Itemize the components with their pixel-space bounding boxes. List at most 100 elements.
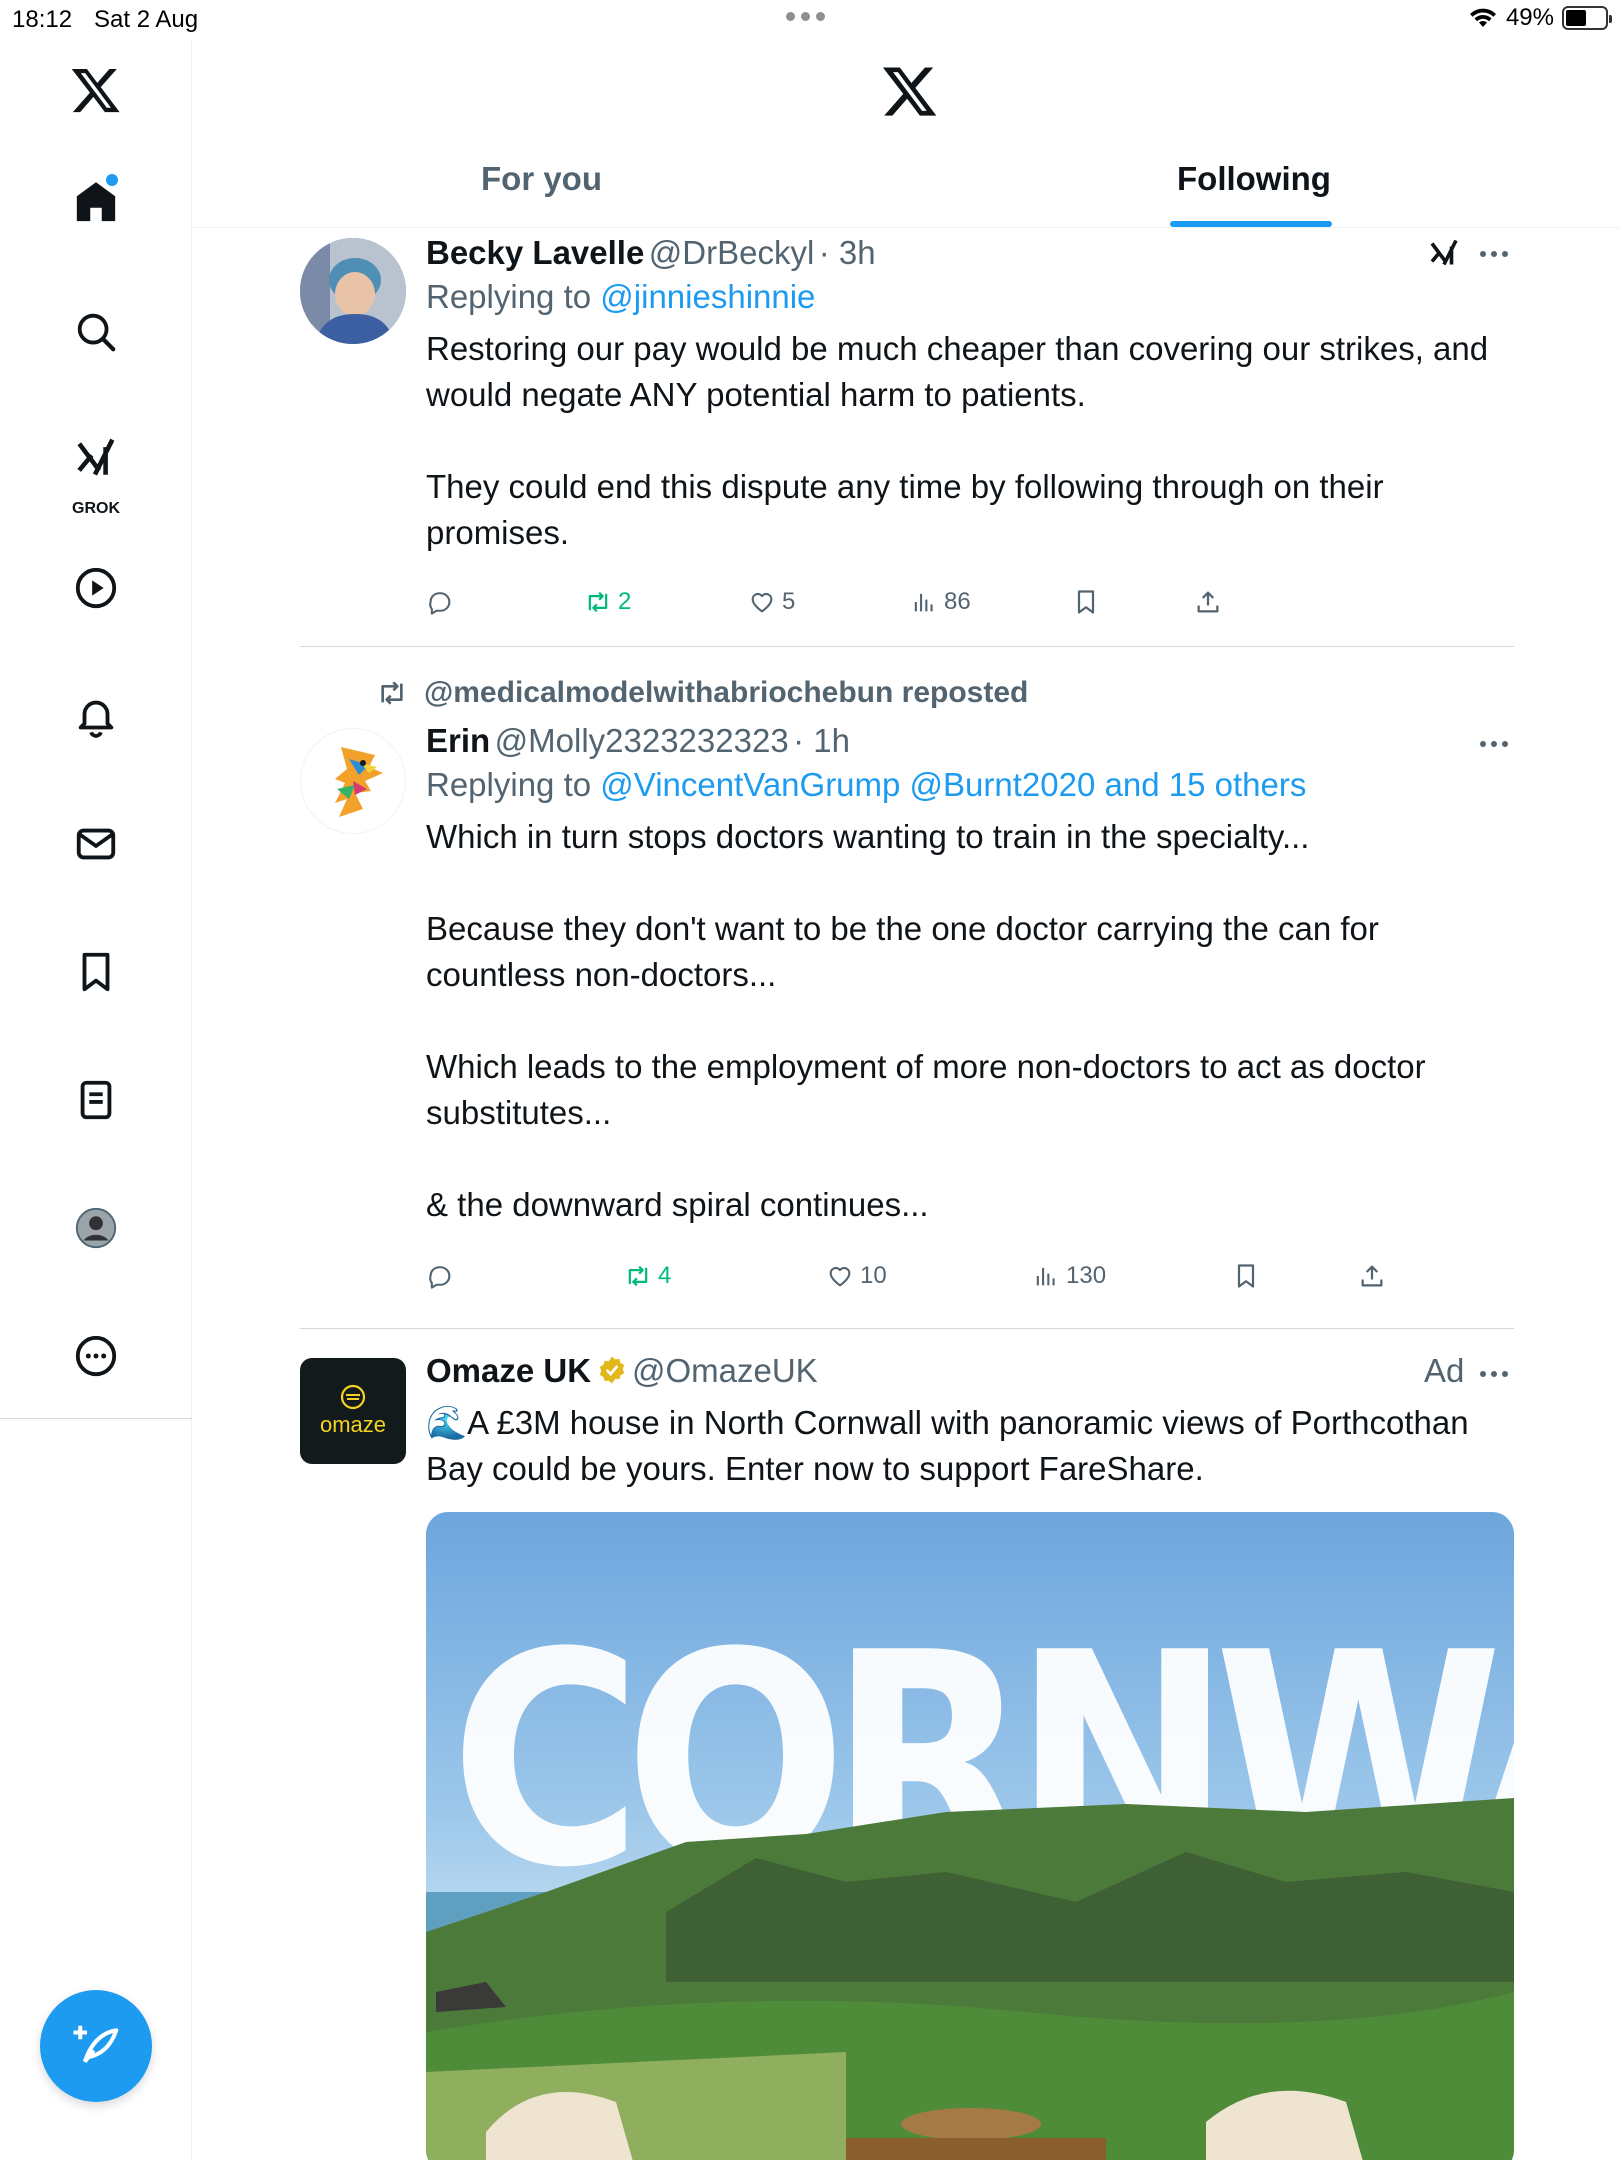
views-icon: [1036, 1267, 1055, 1286]
post-divider: [300, 646, 1514, 647]
multitasking-dots[interactable]: [786, 12, 825, 21]
sidebar-item-more[interactable]: [56, 1316, 136, 1396]
view-count: 86: [944, 588, 971, 615]
sidebar-item-home[interactable]: [56, 162, 136, 242]
like-count: 5: [782, 588, 796, 615]
active-tab-indicator: [1170, 221, 1332, 227]
profile-icon: [75, 1207, 117, 1249]
notification-dot: [106, 174, 118, 186]
tab-for-you[interactable]: For you: [481, 160, 602, 198]
more-icon: [75, 1335, 117, 1377]
share-icon: [1361, 1265, 1383, 1287]
wifi-icon: [1469, 8, 1496, 27]
sidebar-item-lists[interactable]: [56, 1060, 136, 1140]
grok-icon: [77, 438, 115, 476]
more-options-icon[interactable]: [1480, 741, 1508, 747]
repost-icon: [628, 1265, 648, 1287]
timeline-header: For you Following: [193, 40, 1620, 228]
search-icon: [77, 313, 116, 352]
reply-button[interactable]: [426, 588, 454, 616]
omaze-logo-text: omaze: [319, 1412, 387, 1437]
mail-icon: [76, 828, 116, 860]
more-options-icon[interactable]: [1480, 1371, 1508, 1377]
sidebar-item-bookmarks[interactable]: [56, 932, 136, 1012]
reply-prefix: Replying to: [426, 766, 592, 803]
reposted-by-line[interactable]: @medicalmodelwithabriochebun reposted: [376, 676, 1028, 710]
sidebar-item-notifications[interactable]: [56, 676, 136, 756]
status-date: Sat 2 Aug: [94, 6, 199, 33]
view-count: 130: [1066, 1262, 1107, 1289]
avatar-erin[interactable]: [300, 728, 406, 834]
reposted-by-text[interactable]: @medicalmodelwithabriochebun reposted: [424, 676, 1028, 710]
heart-icon: [829, 1266, 851, 1287]
avatar-omaze[interactable]: omaze: [300, 1358, 406, 1464]
repost-button[interactable]: 2: [584, 588, 631, 616]
cornwall-landscape-image: [426, 1798, 1514, 2160]
tab-following[interactable]: Following: [1177, 160, 1331, 198]
reply-icon: [429, 592, 451, 615]
sidebar-item-explore[interactable]: [56, 292, 136, 372]
reply-mention[interactable]: @jinnieshinnie: [600, 278, 815, 315]
post-text: 🌊A £3M house in North Cornwall with pano…: [426, 1404, 1469, 1487]
post-author-handle[interactable]: @OmazeUK: [632, 1352, 818, 1389]
avatar-eagle-image: [335, 747, 383, 817]
battery-icon: [1562, 6, 1612, 30]
bookmark-button[interactable]: [1072, 588, 1100, 616]
bookmark-button[interactable]: [1232, 1262, 1260, 1290]
more-options-icon[interactable]: [1480, 251, 1508, 257]
like-button[interactable]: 5: [748, 588, 795, 616]
post-becky[interactable]: Becky Lavelle @DrBeckyl · 3h Replying to…: [426, 234, 1514, 556]
play-icon: [75, 567, 117, 609]
views-button[interactable]: 86: [910, 588, 971, 616]
post-omaze-ad[interactable]: Omaze UK @OmazeUK 🌊A £3M house in North …: [426, 1352, 1514, 1492]
grok-icon[interactable]: [1426, 236, 1462, 272]
repost-button[interactable]: 4: [624, 1262, 671, 1290]
sidebar-divider: [0, 1418, 192, 1419]
views-button[interactable]: 130: [1032, 1262, 1106, 1290]
ad-label: Ad: [1424, 1352, 1465, 1389]
share-button[interactable]: [1358, 1262, 1386, 1290]
grok-label: GROK: [72, 500, 120, 517]
repost-icon: [381, 681, 403, 705]
avatar-becky[interactable]: [300, 238, 406, 344]
like-button[interactable]: 10: [826, 1262, 887, 1290]
post-text: Restoring our pay would be much cheaper …: [426, 330, 1489, 551]
sidebar-item-video[interactable]: [56, 548, 136, 628]
heart-icon: [751, 592, 773, 613]
reply-mention[interactable]: @VincentVanGrump @Burnt2020 and 15 other…: [600, 766, 1306, 803]
like-count: 10: [860, 1262, 887, 1289]
reply-prefix: Replying to: [426, 278, 592, 315]
repost-icon: [588, 591, 608, 613]
post-author-handle[interactable]: @Molly2323232323: [495, 722, 789, 759]
ad-image[interactable]: CORNWALL: [426, 1512, 1514, 2160]
bell-icon: [78, 700, 114, 738]
compose-icon: [73, 2025, 119, 2064]
post-author-handle[interactable]: @DrBeckyl: [649, 234, 815, 271]
post-time[interactable]: · 3h: [819, 234, 876, 271]
views-icon: [914, 593, 933, 612]
reply-icon: [429, 1266, 451, 1289]
sidebar-item-grok[interactable]: GROK: [56, 420, 136, 520]
post-author-name[interactable]: Becky Lavelle: [426, 234, 644, 271]
sidebar: GROK: [0, 40, 192, 2160]
share-icon: [1197, 591, 1219, 613]
x-logo-icon[interactable]: [70, 64, 122, 116]
sidebar-item-profile[interactable]: [56, 1188, 136, 1268]
post-time[interactable]: · 1h: [793, 722, 850, 759]
sidebar-item-messages[interactable]: [56, 804, 136, 884]
bookmark-icon: [82, 952, 110, 992]
post-author-name[interactable]: Omaze UK: [426, 1352, 591, 1389]
repost-count: 4: [658, 1262, 672, 1289]
post-erin[interactable]: Erin @Molly2323232323 · 1h Replying to @…: [426, 722, 1514, 1228]
x-header-logo-icon[interactable]: [881, 62, 939, 120]
bookmark-icon: [1077, 590, 1095, 614]
compose-button[interactable]: [40, 1990, 152, 2102]
status-bar: 18:12 Sat 2 Aug 49%: [0, 0, 1620, 40]
reply-button[interactable]: [426, 1262, 454, 1290]
bookmark-icon: [1237, 1264, 1255, 1288]
verified-badge-icon: [599, 1356, 624, 1384]
post-divider: [300, 1328, 1514, 1329]
omaze-logo-icon: [340, 1384, 366, 1410]
post-author-name[interactable]: Erin: [426, 722, 490, 759]
share-button[interactable]: [1194, 588, 1222, 616]
